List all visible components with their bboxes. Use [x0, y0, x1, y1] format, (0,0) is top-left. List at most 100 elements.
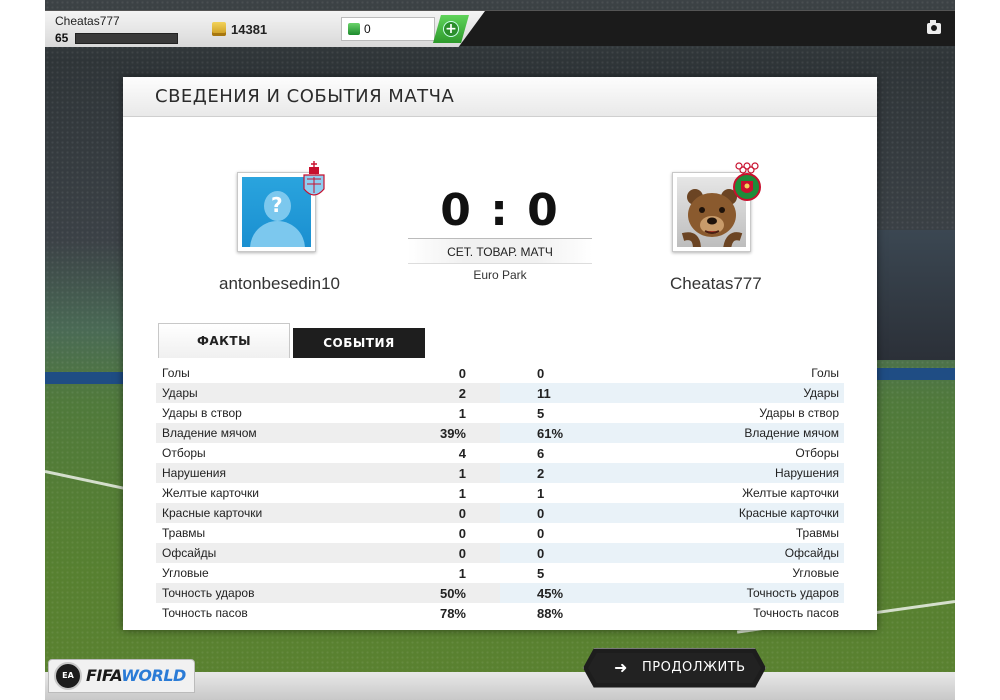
stat-label-home: Нарушения: [162, 466, 227, 480]
stat-label-away: Красные карточки: [738, 506, 839, 520]
stat-value-home: 4: [458, 446, 466, 461]
logo-world-text: WORLD: [121, 666, 186, 685]
stat-value-away: 0: [537, 526, 545, 541]
stat-label-home: Желтые карточки: [162, 486, 259, 500]
stat-label-home: Угловые: [162, 566, 209, 580]
stat-label-home: Офсайды: [162, 546, 217, 560]
fifa-points-balance: 0: [364, 22, 371, 36]
stat-label-home: Отборы: [162, 446, 206, 460]
stat-label-home: Красные карточки: [162, 506, 263, 520]
tab-facts[interactable]: ФАКТЫ: [158, 323, 290, 358]
stat-row-away-bg: [500, 383, 844, 403]
stat-label-home: Травмы: [162, 526, 206, 540]
stat-row: Удары 2 11 Удары: [156, 383, 844, 403]
stat-label-away: Угловые: [792, 566, 839, 580]
stat-value-away: 5: [537, 566, 545, 581]
stats-table: Голы 0 0 Голы Удары 2 11 Удары Удары в створ 1 5 Уд…: [156, 363, 844, 625]
stat-label-home: Владение мячом: [162, 426, 257, 440]
coins-balance: 14381: [231, 22, 268, 37]
stat-value-away: 2: [537, 466, 545, 481]
stat-row-away-bg: [500, 523, 844, 543]
stat-label-away: Удары в створ: [759, 406, 839, 420]
fifa-points-box: 0: [341, 17, 435, 41]
stat-value-home: 0: [458, 546, 466, 561]
continue-label: ПРОДОЛЖИТЬ: [642, 660, 746, 675]
stat-row: Удары в створ 1 5 Удары в створ: [156, 403, 844, 423]
match-type-strip: СЕТ. ТОВАР. МАТЧ: [408, 238, 592, 264]
continue-button[interactable]: ➜ ПРОДОЛЖИТЬ: [583, 648, 766, 688]
stadium-name: Euro Park: [473, 268, 527, 282]
panel-header: СВЕДЕНИЯ И СОБЫТИЯ МАТЧА: [123, 77, 877, 117]
stat-value-away: 61%: [537, 426, 564, 441]
stat-value-away: 11: [537, 386, 551, 401]
match-facts-panel: СВЕДЕНИЯ И СОБЫТИЯ МАТЧА ? 0 : 0 СЕТ. ТО…: [123, 77, 877, 630]
ad-board: [865, 368, 955, 380]
stat-row: Красные карточки 0 0 Красные карточки: [156, 503, 844, 523]
stat-value-away: 0: [537, 506, 545, 521]
stat-label-home: Удары в створ: [162, 406, 242, 420]
stat-row: Угловые 1 5 Угловые: [156, 563, 844, 583]
page-title: СВЕДЕНИЯ И СОБЫТИЯ МАТЧА: [155, 86, 455, 107]
default-avatar-body: [250, 221, 305, 247]
stat-value-home: 1: [458, 466, 466, 481]
stat-label-away: Владение мячом: [744, 426, 839, 440]
stat-value-away: 0: [537, 366, 545, 381]
stat-label-away: Точность ударов: [746, 586, 839, 600]
top-bar: Cheatas777 65 14381 0 +: [45, 10, 955, 47]
camera-icon[interactable]: [927, 20, 941, 34]
stat-value-away: 5: [537, 406, 545, 421]
player-level: 65: [55, 31, 69, 45]
stat-label-away: Офсайды: [784, 546, 839, 560]
player-name: Cheatas777: [55, 14, 120, 28]
stat-value-home: 39%: [439, 426, 466, 441]
stat-row: Травмы 0 0 Травмы: [156, 523, 844, 543]
stat-row: Владение мячом 39% 61% Владение мячом: [156, 423, 844, 443]
player-info-panel: Cheatas777 65 14381 0: [45, 11, 485, 47]
stat-label-away: Отборы: [795, 446, 839, 460]
ad-board: [45, 372, 135, 384]
fifa-world-wordmark: FIFAWORLD: [86, 666, 186, 685]
stat-label-away: Удары: [803, 386, 839, 400]
stat-row: Офсайды 0 0 Офсайды: [156, 543, 844, 563]
stat-label-away: Точность пасов: [753, 606, 839, 620]
xp-progress-bar: [75, 33, 178, 44]
stat-row: Точность ударов 50% 45% Точность ударов: [156, 583, 844, 603]
stat-label-home: Точность ударов: [162, 586, 255, 600]
stat-label-away: Травмы: [795, 526, 839, 540]
stat-label-home: Точность пасов: [162, 606, 248, 620]
stat-value-home: 0: [458, 526, 466, 541]
arrow-right-icon: ➜: [614, 658, 628, 677]
stat-row-away-bg: [500, 443, 844, 463]
plus-icon: +: [443, 21, 459, 37]
stat-value-home: 78%: [439, 606, 466, 621]
stat-label-away: Нарушения: [774, 466, 839, 480]
home-player-name: antonbesedin10: [219, 274, 341, 293]
stat-value-away: 88%: [537, 606, 564, 621]
stat-label-home: Удары: [162, 386, 198, 400]
away-club-crest-icon: [733, 162, 761, 201]
stat-label-away: Желтые карточки: [742, 486, 839, 500]
stat-value-home: 2: [458, 386, 466, 401]
stat-value-home: 1: [458, 566, 466, 581]
stat-value-away: 45%: [537, 586, 564, 601]
stat-row: Нарушения 1 2 Нарушения: [156, 463, 844, 483]
coins-icon: [212, 22, 226, 36]
stat-value-away: 1: [537, 486, 545, 501]
stat-value-home: 0: [458, 506, 466, 521]
tab-events[interactable]: СОБЫТИЯ: [293, 328, 425, 358]
stat-label-home: Голы: [162, 366, 190, 380]
stat-value-home: 1: [458, 486, 466, 501]
stat-row: Отборы 4 6 Отборы: [156, 443, 844, 463]
match-type: СЕТ. ТОВАР. МАТЧ: [447, 245, 553, 259]
ea-sports-logo-icon: EA: [54, 662, 82, 690]
home-club-crest-icon: [303, 161, 325, 196]
stat-value-away: 6: [537, 446, 545, 461]
match-score: 0 : 0: [440, 185, 560, 236]
stat-value-home: 0: [458, 366, 466, 381]
stat-value-home: 50%: [439, 586, 466, 601]
stat-label-away: Голы: [811, 366, 839, 380]
fifa-points-icon: [348, 23, 360, 35]
fifa-world-logo: EA FIFAWORLD: [48, 659, 195, 693]
stat-row-away-bg: [500, 363, 844, 383]
stat-row: Точность пасов 78% 88% Точность пасов: [156, 603, 844, 623]
